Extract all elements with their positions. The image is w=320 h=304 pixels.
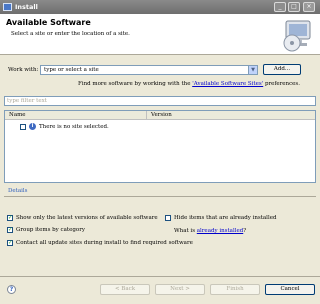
page-subtitle: Select a site or enter the location of a… <box>11 31 130 37</box>
details-label: Details <box>8 188 28 194</box>
what-is-installed-text: What is already installed? <box>174 228 246 234</box>
find-more-text: Find more software by working with the '… <box>78 81 300 87</box>
find-more-prefix: Find more software by working with the <box>78 81 191 87</box>
table-row[interactable]: There is no site selected. <box>39 124 109 130</box>
row-checkbox[interactable] <box>20 124 26 130</box>
app-icon <box>3 3 12 11</box>
dialog-header: Available Software Select a site or ente… <box>0 14 320 55</box>
close-button[interactable]: × <box>303 2 315 12</box>
title-bar: Install _ □ × <box>0 0 320 14</box>
window-title: Install <box>15 3 38 11</box>
what-is-prefix: What is <box>174 228 196 234</box>
install-banner-icon <box>283 20 311 52</box>
help-icon[interactable]: ? <box>7 285 16 294</box>
column-header-name[interactable]: Name <box>5 111 146 120</box>
already-installed-link[interactable]: already installed <box>197 228 243 234</box>
latest-versions-label: Show only the latest versions of availab… <box>16 215 158 221</box>
info-icon: i <box>29 123 36 130</box>
available-software-sites-link[interactable]: 'Available Software Sites' <box>192 81 263 87</box>
hide-installed-checkbox[interactable]: ✓ <box>165 215 171 221</box>
work-with-label: Work with: <box>8 67 39 73</box>
software-table: Name Version i There is no site selected… <box>4 110 316 183</box>
maximize-button[interactable]: □ <box>288 2 300 12</box>
work-with-combo-text: type or select a site <box>44 67 99 73</box>
page-title: Available Software <box>6 18 91 27</box>
find-more-suffix: preferences. <box>264 81 300 87</box>
contact-sites-label: Contact all update sites during install … <box>16 240 193 246</box>
details-separator <box>4 196 316 197</box>
minimize-button[interactable]: _ <box>274 2 286 12</box>
group-by-category-checkbox[interactable]: ✓ <box>7 227 13 233</box>
cancel-button[interactable]: Cancel <box>265 284 315 295</box>
column-header-version[interactable]: Version <box>146 111 315 120</box>
group-by-category-label: Group items by category <box>16 227 85 233</box>
back-button[interactable]: < Back <box>100 284 150 295</box>
footer-separator <box>0 276 320 277</box>
next-button[interactable]: Next > <box>155 284 205 295</box>
contact-sites-checkbox[interactable]: ✓ <box>7 240 13 246</box>
finish-button[interactable]: Finish <box>210 284 260 295</box>
chevron-down-icon[interactable]: ▼ <box>248 66 257 74</box>
work-with-combo[interactable]: type or select a site ▼ <box>40 65 258 75</box>
hide-installed-label: Hide items that are already installed <box>174 215 277 221</box>
latest-versions-checkbox[interactable]: ✓ <box>7 215 13 221</box>
filter-input[interactable]: type filter text <box>4 96 316 106</box>
what-is-suffix: ? <box>243 228 247 234</box>
add-site-button[interactable]: Add... <box>263 64 301 75</box>
